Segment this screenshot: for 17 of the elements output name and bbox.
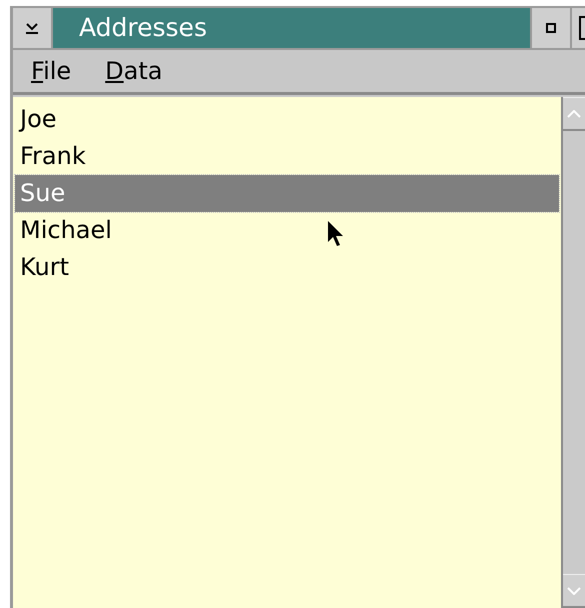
scrollbar[interactable]	[563, 97, 585, 608]
chevron-up-icon	[567, 110, 581, 118]
chevron-down-icon	[25, 22, 39, 34]
scroll-up-button[interactable]	[563, 97, 585, 131]
menu-item[interactable]: File	[31, 57, 72, 85]
scroll-down-button[interactable]	[563, 574, 585, 608]
menu-item[interactable]: Data	[105, 57, 162, 85]
list-item[interactable]: Sue	[15, 175, 559, 212]
list-item[interactable]: Joe	[15, 101, 559, 138]
minimize-button[interactable]	[530, 8, 570, 48]
chevron-down-icon	[567, 586, 581, 594]
list-item[interactable]: Michael	[15, 212, 559, 249]
list-item[interactable]: Frank	[15, 138, 559, 175]
minimize-icon	[546, 23, 556, 33]
window-title: Addresses	[53, 8, 530, 48]
system-menu-button[interactable]	[13, 8, 53, 48]
list-item[interactable]: Kurt	[15, 249, 559, 286]
